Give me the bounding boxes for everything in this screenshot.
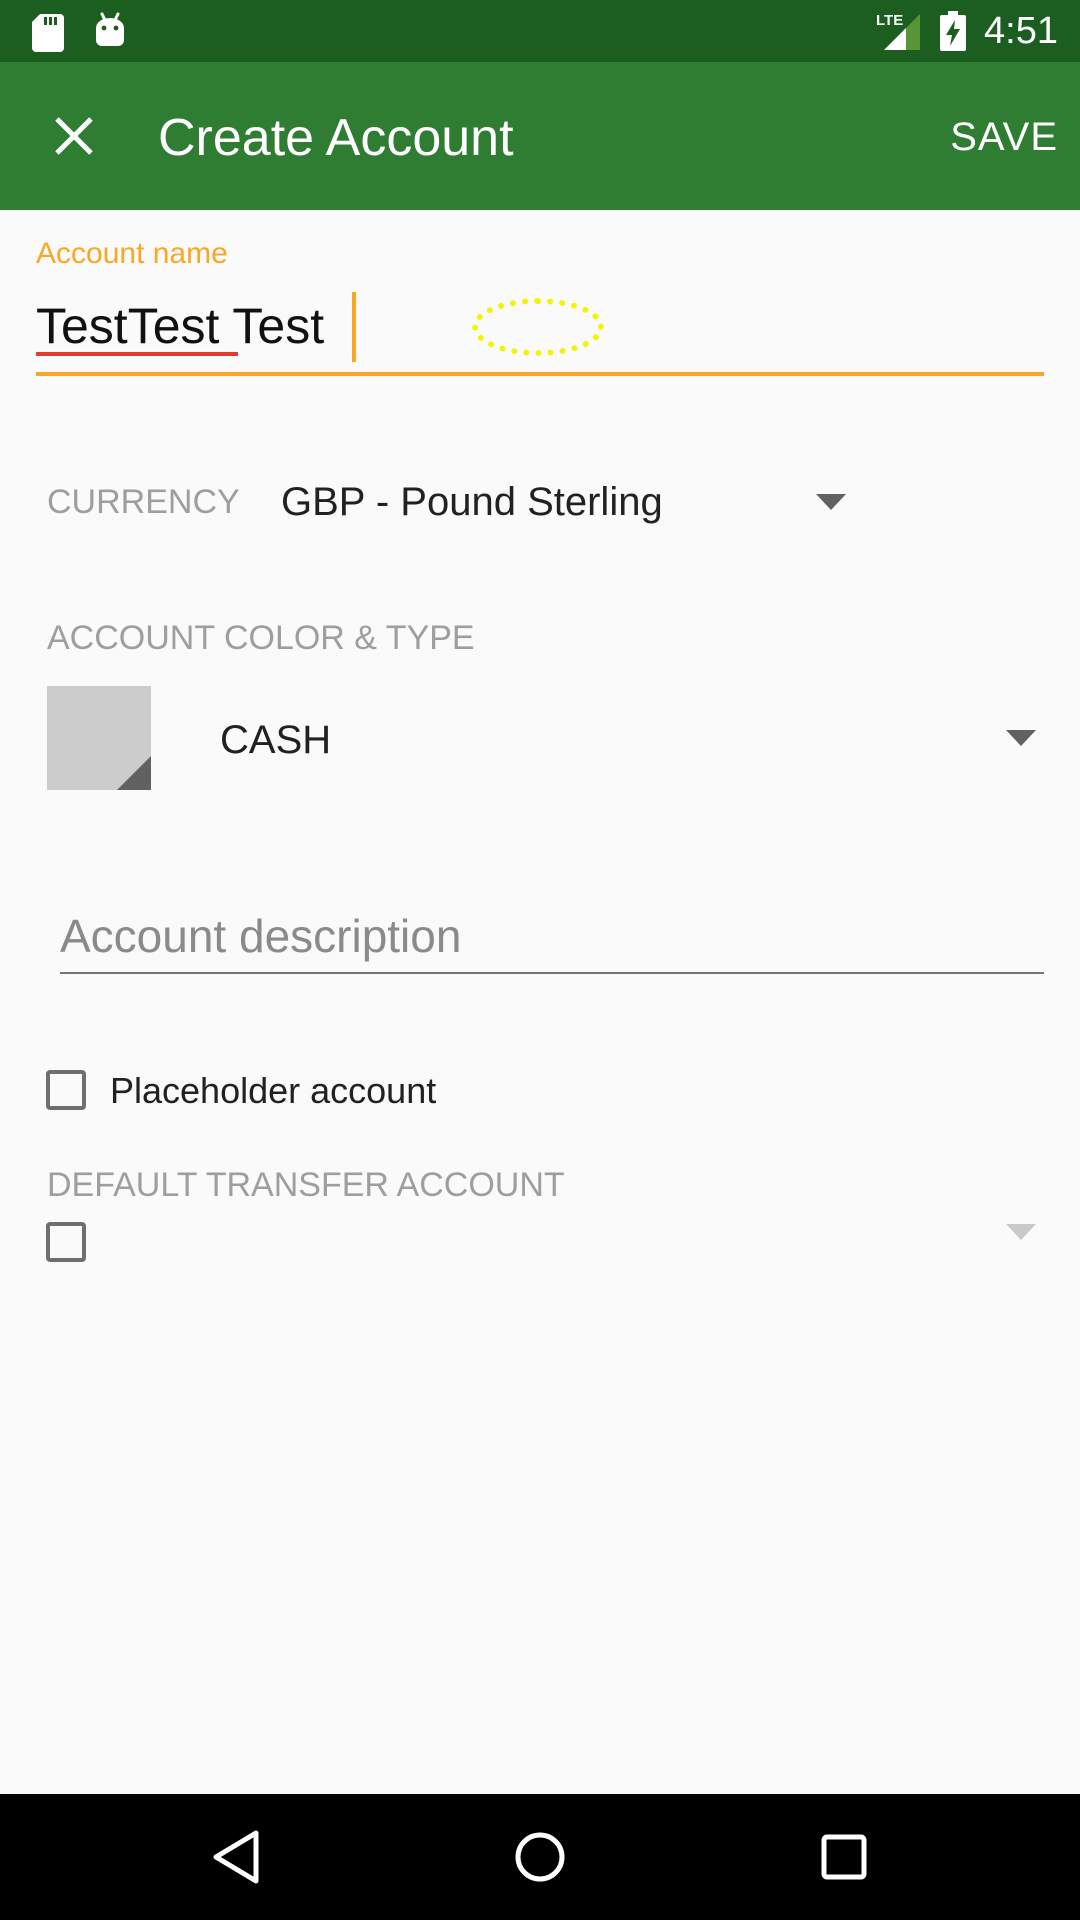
swatch-corner-icon bbox=[117, 756, 151, 790]
status-clock: 4:51 bbox=[984, 10, 1058, 52]
chevron-down-icon[interactable] bbox=[816, 494, 846, 510]
default-transfer-account-label: DEFAULT TRANSFER ACCOUNT bbox=[47, 1166, 565, 1204]
recents-icon[interactable] bbox=[820, 1829, 868, 1885]
battery-charging-icon bbox=[940, 11, 966, 51]
close-icon bbox=[55, 117, 93, 155]
svg-text:LTE: LTE bbox=[876, 12, 903, 29]
account-name-value: TestTest Test bbox=[36, 298, 325, 354]
account-type-spinner[interactable]: CASH bbox=[220, 716, 331, 764]
status-bar: LTE 4:51 bbox=[0, 0, 1080, 62]
placeholder-account-label[interactable]: Placeholder account bbox=[110, 1070, 436, 1112]
currency-label: CURRENCY bbox=[47, 483, 240, 521]
page-title: Create Account bbox=[158, 109, 514, 167]
lte-signal-icon: LTE bbox=[876, 12, 920, 50]
account-name-label: Account name bbox=[36, 237, 228, 270]
close-button[interactable] bbox=[32, 94, 116, 178]
text-caret bbox=[352, 292, 356, 362]
home-icon[interactable] bbox=[514, 1829, 566, 1885]
account-description-input[interactable] bbox=[60, 906, 1044, 966]
placeholder-account-checkbox[interactable] bbox=[46, 1070, 86, 1110]
chevron-down-icon[interactable] bbox=[1006, 730, 1036, 746]
android-debug-icon bbox=[96, 12, 124, 46]
back-icon[interactable] bbox=[210, 1829, 262, 1885]
chevron-down-icon bbox=[1006, 1224, 1036, 1240]
default-transfer-checkbox[interactable] bbox=[46, 1222, 86, 1262]
navigation-bar bbox=[0, 1794, 1080, 1920]
toolbar: Create Account SAVE bbox=[0, 62, 1080, 210]
account-color-type-label: ACCOUNT COLOR & TYPE bbox=[47, 619, 475, 657]
touch-indicator bbox=[472, 298, 604, 356]
account-description-field bbox=[60, 902, 1044, 974]
save-button[interactable]: SAVE bbox=[950, 112, 1058, 162]
currency-spinner[interactable]: GBP - Pound Sterling bbox=[281, 478, 663, 526]
sd-card-icon bbox=[32, 14, 64, 52]
account-color-swatch[interactable] bbox=[47, 686, 151, 790]
spellcheck-underline bbox=[36, 352, 238, 356]
